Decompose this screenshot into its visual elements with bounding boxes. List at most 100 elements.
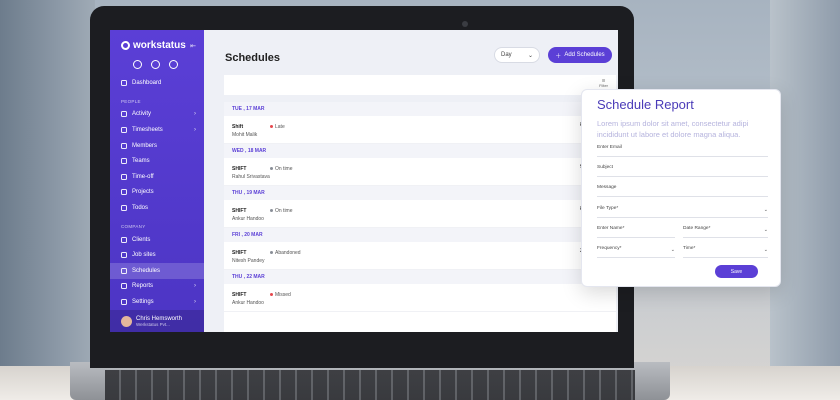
location-icon [121,252,127,259]
timer-icon[interactable] [133,60,142,69]
user-company: Werkstatus Pvt... [136,321,170,327]
date-range-select[interactable]: Date Range* ⌄ [683,226,768,238]
settings-icon[interactable] [151,60,160,69]
status-text: On time [275,208,293,214]
chart-icon [121,111,127,118]
sidebar-item-label: Teams [132,158,150,165]
sidebar-item-label: Time-off [132,173,154,180]
status-badge: Abandoned [270,250,301,256]
shift-label: SHIFT [232,292,247,298]
sidebar-item-settings[interactable]: Settings › [110,294,204,310]
todo-icon [121,204,127,211]
sidebar-item-label: Dashboard [132,79,162,86]
member-name: Mohit Malik [232,132,258,138]
sidebar-item-reports[interactable]: Reports › [110,279,204,295]
user-profile[interactable]: Chris Hemsworth Werkstatus Pvt... [110,310,204,332]
schedule-row[interactable]: SHIFTNitesh PandeyAbandoned2:00 hours6:0… [224,242,616,270]
sidebar-item-schedules[interactable]: Schedules [110,262,204,279]
time-off-icon [121,173,127,180]
status-text: Late [275,124,285,130]
sidebar-item-label: Clients [132,236,151,243]
status-text: Missed [275,292,291,298]
subject-placeholder: Subject [597,165,613,170]
date-group-header: WED , 18 MAR [224,144,616,158]
search-bar[interactable]: ☰ Filter [224,75,616,95]
sidebar-item-teams[interactable]: Teams [110,153,204,169]
sidebar-item-timesheets[interactable]: Timesheets › [110,122,204,138]
sidebar-item-label: Activity [132,111,152,118]
shift-label: SHIFT [232,250,247,256]
name-field[interactable]: Enter Name* [597,226,675,238]
time-placeholder: Time* [683,246,696,251]
sidebar-item-activity[interactable]: Activity › [110,107,204,123]
message-placeholder: Message [597,185,617,190]
quick-actions [110,51,204,69]
folder-icon [121,189,127,196]
subject-field[interactable]: Subject [597,165,768,177]
status-dot-icon [270,293,273,297]
sidebar-item-projects[interactable]: Projects [110,185,204,201]
chevron-right-icon: › [194,126,196,133]
sidebar-item-todos[interactable]: Todos [110,200,204,216]
chevron-right-icon: › [194,111,196,118]
time-select[interactable]: Time* ⌄ [683,246,768,258]
schedule-report-dialog: Schedule Report Lorem ipsum dolor sit am… [581,89,781,287]
sidebar-item-members[interactable]: Members [110,138,204,154]
schedule-row[interactable]: SHIFTRahul SrivastavaOn time9:00 hours6:… [224,158,616,186]
sidebar-item-label: Members [132,142,158,149]
sidebar-item-dashboard[interactable]: Dashboard [110,75,204,91]
chevron-right-icon: › [194,283,196,290]
report-icon [121,283,127,290]
file-type-placeholder: File Type* [597,206,619,211]
frequency-select[interactable]: Frequency* ⌄ [597,246,675,258]
sidebar-item-time-off[interactable]: Time-off [110,169,204,185]
status-text: Abandoned [275,250,301,256]
add-schedule-button[interactable]: ＋ Add Schedules [548,47,612,63]
schedule-row[interactable]: SHIFTAnkur HandooOn time8:45 hours6:00 p… [224,200,616,228]
sidebar: workstatus ⇤ Dashboard PEOPLE Activity › T… [110,30,204,332]
status-badge: On time [270,166,293,172]
message-field[interactable]: Message [597,185,768,197]
schedule-row[interactable]: ShiftMohit MalikLate8:30 hours6:00 pm [224,116,616,144]
sidebar-item-clients[interactable]: Clients [110,232,204,248]
view-select[interactable]: Day ⌄ [494,47,540,63]
collapse-sidebar-icon[interactable]: ⇤ [190,42,196,50]
schedule-row[interactable]: SHIFT Ankur Handoo Missed [224,284,616,312]
sidebar-item-job-sites[interactable]: Job sites [110,247,204,263]
date-group-header: THU , 19 MAR [224,186,616,200]
shift-label: SHIFT [232,208,247,214]
schedule-list: TUE , 17 MARShiftMohit MalikLate8:30 hou… [224,102,616,332]
email-placeholder: Enter Email [597,145,622,150]
member-name: Ankur Handoo [232,216,264,222]
date-range-placeholder: Date Range* [683,226,711,231]
client-icon [121,236,127,243]
chevron-down-icon: ⌄ [763,247,768,253]
laptop-keyboard [105,370,635,400]
background-shelf [0,0,95,400]
dialog-title: Schedule Report [597,97,694,112]
filter-label: Filter [599,83,608,88]
page-title: Schedules [225,52,281,64]
shift-label: Shift [232,124,244,130]
status-badge: Missed [270,292,291,298]
sidebar-section-company: COMPANY [121,223,146,229]
shift-label: SHIFT [232,166,247,172]
file-type-select[interactable]: File Type* ⌄ [597,206,768,218]
sidebar-item-label: Timesheets [132,126,163,133]
clock-icon [121,126,127,133]
status-dot-icon [270,209,273,213]
logo-icon [121,41,130,50]
notification-icon[interactable] [169,60,178,69]
status-dot-icon [270,125,273,129]
calendar-icon [121,267,127,274]
save-button[interactable]: Save [715,265,758,278]
sidebar-item-label: Schedules [132,267,161,274]
date-group-header: FRI , 20 MAR [224,228,616,242]
chevron-down-icon: ⌄ [527,52,533,59]
gear-icon [121,298,127,305]
chevron-down-icon: ⌄ [763,227,768,233]
chevron-down-icon: ⌄ [670,247,675,253]
date-group-header: TUE , 17 MAR [224,102,616,116]
filter-button[interactable]: ☰ Filter [599,78,608,88]
email-field[interactable]: Enter Email [597,145,768,157]
